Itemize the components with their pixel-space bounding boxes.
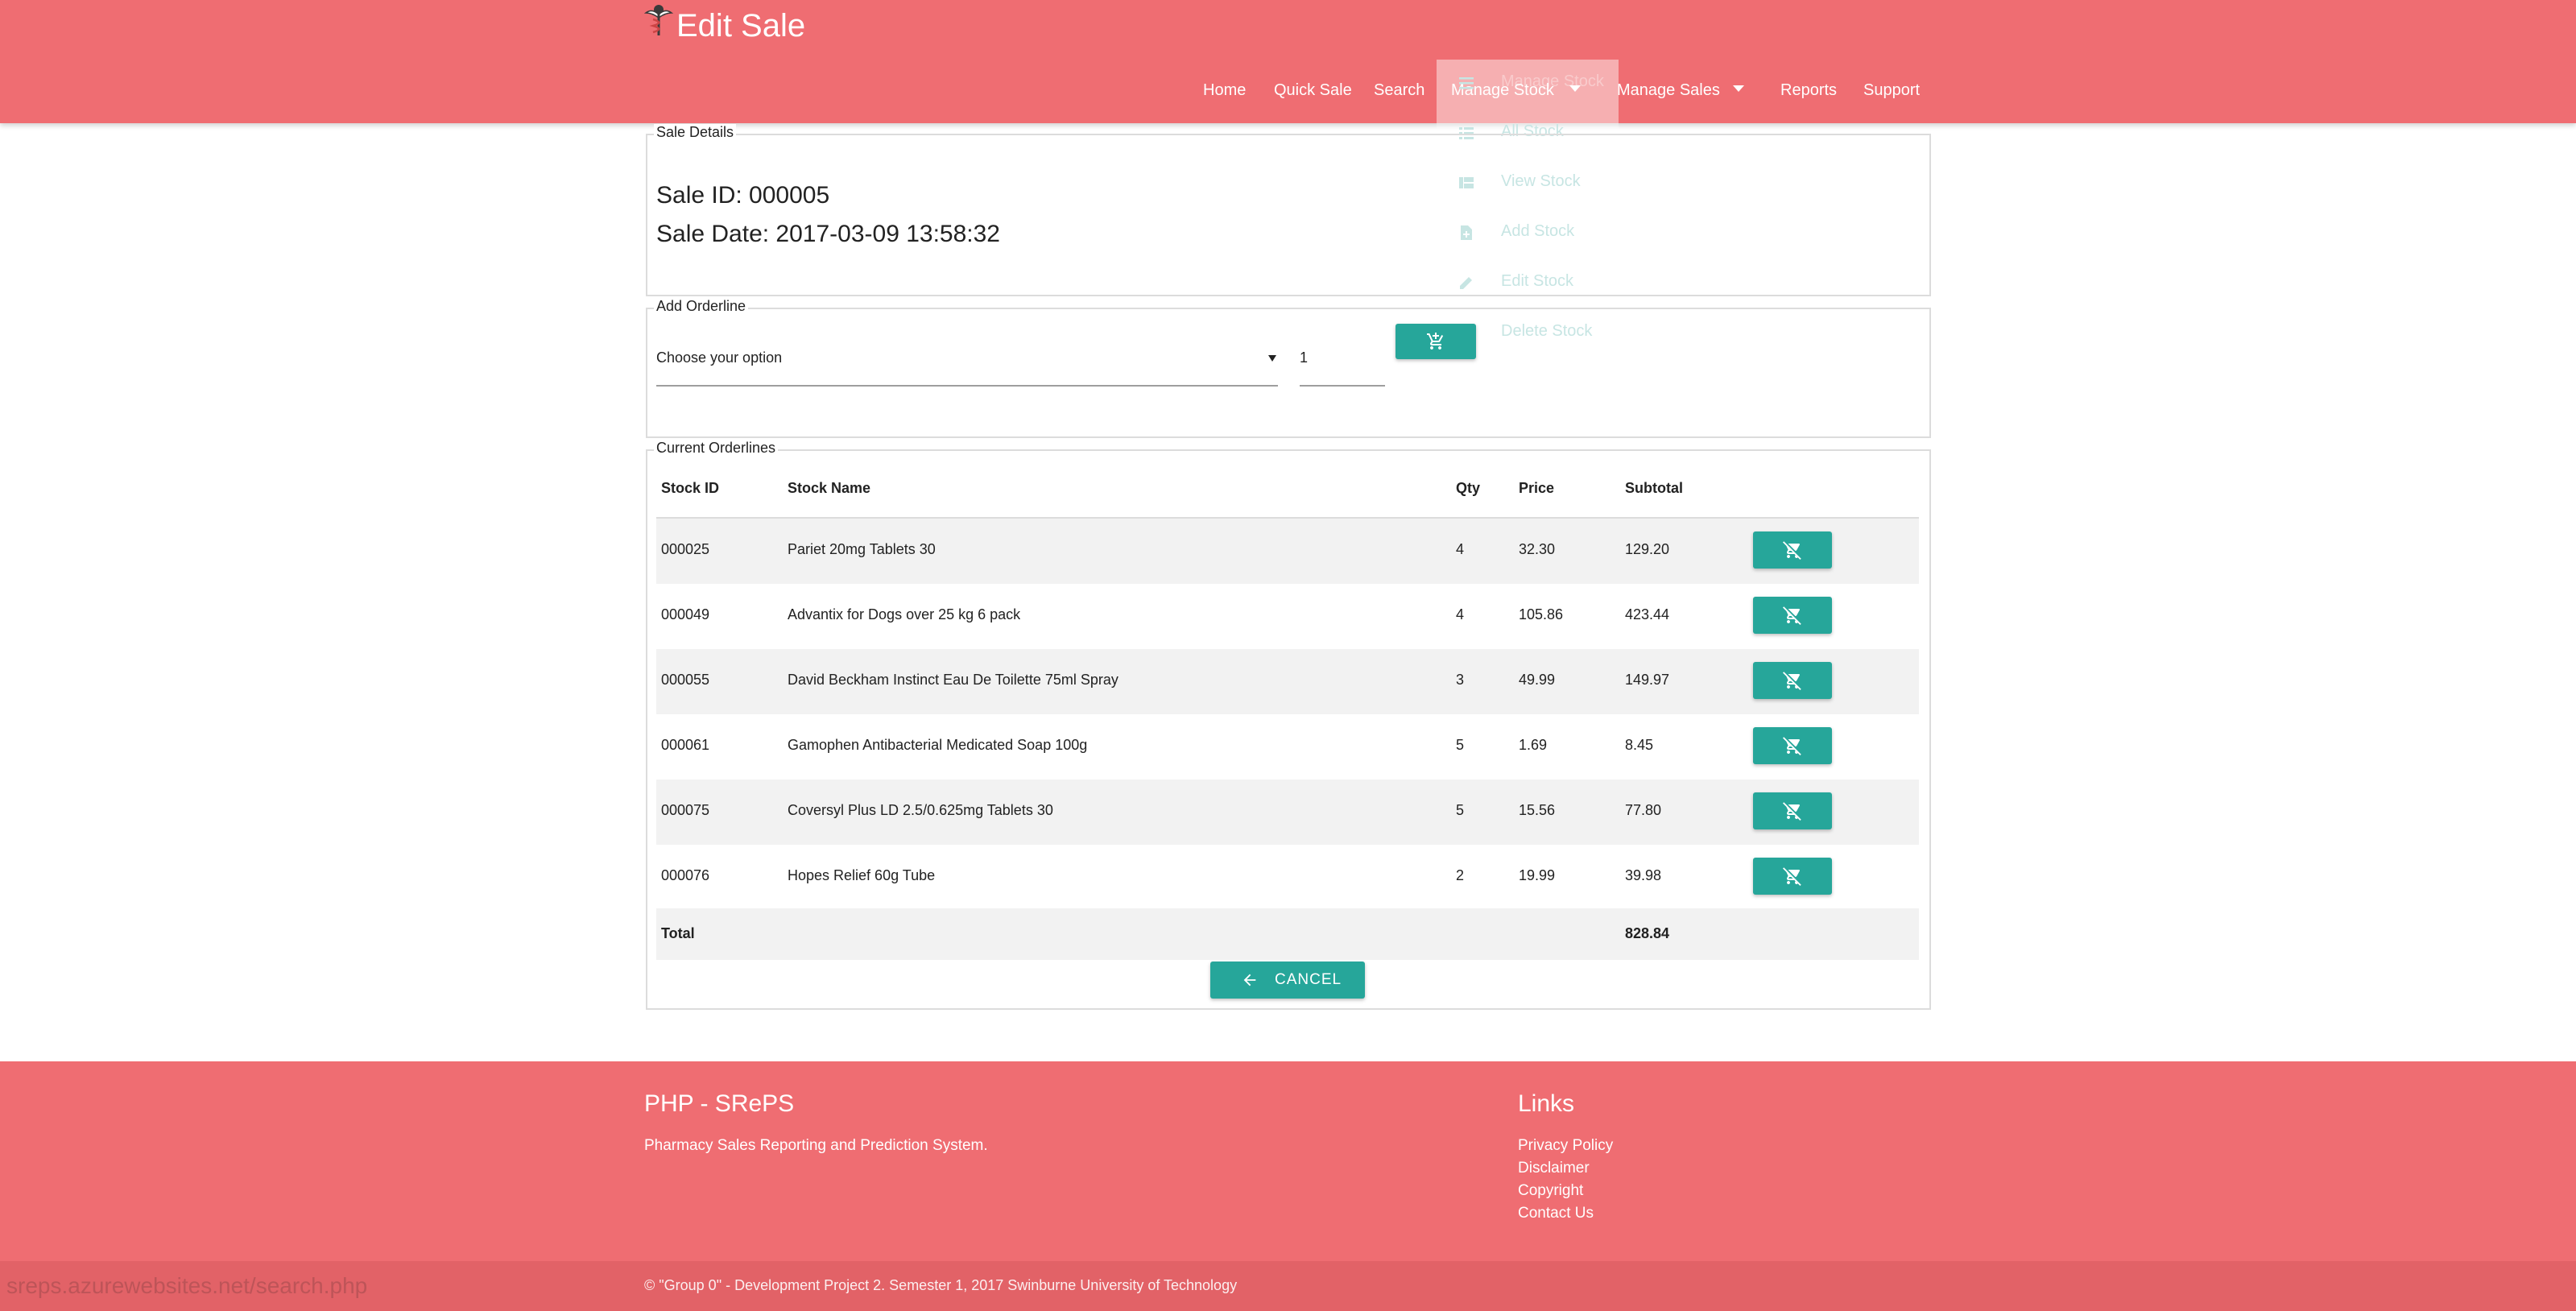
cell-subtotal: 39.98 xyxy=(1625,867,1662,883)
footer-link-privacy-policy[interactable]: Privacy Policy xyxy=(1518,1137,1613,1155)
page-title: Edit Sale xyxy=(676,8,806,43)
cell-price: 49.99 xyxy=(1519,672,1556,688)
column-header-subtotal: Subtotal xyxy=(1625,480,1683,496)
add-to-cart-button[interactable] xyxy=(1396,324,1476,359)
arrow-back-icon xyxy=(1243,974,1256,986)
nav-quick-sale[interactable]: Quick Sale xyxy=(1274,76,1352,105)
top-nav-bar xyxy=(0,0,2576,123)
cell-subtotal: 423.44 xyxy=(1625,606,1670,622)
cell-stock-id: 000055 xyxy=(661,672,710,688)
total-label: Total xyxy=(661,925,695,941)
stock-select[interactable]: Choose your option xyxy=(656,349,782,366)
quantity-input[interactable]: 1 xyxy=(1300,349,1308,366)
cell-price: 1.69 xyxy=(1519,737,1548,753)
cell-stock-id: 000076 xyxy=(661,867,710,883)
column-header-stock-name: Stock Name xyxy=(788,480,871,496)
remove-shopping-cart-icon xyxy=(1783,672,1801,690)
cell-stock-id: 000075 xyxy=(661,802,710,818)
cell-stock-id: 000061 xyxy=(661,737,710,753)
remove-orderline-button[interactable] xyxy=(1753,727,1832,764)
footer-link-disclaimer[interactable]: Disclaimer xyxy=(1518,1160,1590,1177)
table-row: 000076 Hopes Relief 60g Tube 2 19.99 39.… xyxy=(656,845,1919,910)
cell-qty: 2 xyxy=(1456,867,1465,883)
cell-price: 15.56 xyxy=(1519,802,1556,818)
quantity-underline xyxy=(1300,385,1385,387)
cell-stock-name: Hopes Relief 60g Tube xyxy=(788,867,936,883)
remove-shopping-cart-icon xyxy=(1783,541,1801,560)
current-orderlines-legend: Current Orderlines xyxy=(654,440,779,457)
cell-qty: 5 xyxy=(1456,802,1465,818)
remove-orderline-button[interactable] xyxy=(1753,531,1832,569)
remove-shopping-cart-icon xyxy=(1783,867,1801,886)
caduceus-icon[interactable] xyxy=(644,3,673,37)
sale-id: Sale ID: 000005 xyxy=(656,182,830,209)
remove-orderline-button[interactable] xyxy=(1753,858,1832,895)
menu-icon xyxy=(1459,77,1474,89)
total-value: 828.84 xyxy=(1625,925,1670,941)
cell-subtotal: 149.97 xyxy=(1625,672,1670,688)
table-row: 000049 Advantix for Dogs over 25 kg 6 pa… xyxy=(656,584,1919,649)
nav-reports[interactable]: Reports xyxy=(1780,76,1837,105)
cell-qty: 5 xyxy=(1456,737,1465,753)
footer-description: Pharmacy Sales Reporting and Prediction … xyxy=(644,1137,988,1154)
cancel-label: CANCEL xyxy=(1275,971,1342,988)
status-bar-url: sreps.azurewebsites.net/search.php xyxy=(6,1273,368,1298)
nav-search[interactable]: Search xyxy=(1374,76,1424,105)
add-orderline-fieldset xyxy=(646,308,1931,438)
table-row: 000025 Pariet 20mg Tablets 30 4 32.30 12… xyxy=(656,519,1919,584)
chevron-down-icon[interactable] xyxy=(1733,85,1744,92)
cell-stock-id: 000025 xyxy=(661,541,710,557)
cancel-button[interactable]: CANCEL xyxy=(1210,962,1365,999)
add-shopping-cart-icon xyxy=(1427,333,1444,349)
cell-stock-name: Coversyl Plus LD 2.5/0.625mg Tablets 30 xyxy=(788,802,1053,818)
cell-stock-name: Gamophen Antibacterial Medicated Soap 10… xyxy=(788,737,1088,753)
nav-support[interactable]: Support xyxy=(1863,76,1920,105)
footer-links-heading: Links xyxy=(1518,1090,1575,1117)
column-header-qty: Qty xyxy=(1456,480,1481,496)
cell-qty: 4 xyxy=(1456,541,1465,557)
column-header-stock-id: Stock ID xyxy=(661,480,720,496)
cell-stock-name: Advantix for Dogs over 25 kg 6 pack xyxy=(788,606,1021,622)
dropdown-arrow-icon[interactable] xyxy=(1268,355,1276,362)
dropdown-item-manage-stock[interactable]: Manage Stock xyxy=(1437,60,1619,108)
table-row: 000075 Coversyl Plus LD 2.5/0.625mg Tabl… xyxy=(656,780,1919,845)
sale-details-legend: Sale Details xyxy=(654,124,737,141)
remove-shopping-cart-icon xyxy=(1783,802,1801,821)
footer-link-contact-us[interactable]: Contact Us xyxy=(1518,1205,1594,1222)
add-orderline-legend: Add Orderline xyxy=(654,298,749,315)
cell-stock-id: 000049 xyxy=(661,606,710,622)
nav-home[interactable]: Home xyxy=(1203,76,1246,105)
cell-subtotal: 8.45 xyxy=(1625,737,1654,753)
cell-subtotal: 77.80 xyxy=(1625,802,1662,818)
remove-shopping-cart-icon xyxy=(1783,606,1801,625)
cell-qty: 4 xyxy=(1456,606,1465,622)
dropdown-label: Manage Stock xyxy=(1501,72,1604,90)
remove-orderline-button[interactable] xyxy=(1753,597,1832,634)
cell-price: 19.99 xyxy=(1519,867,1556,883)
remove-shopping-cart-icon xyxy=(1783,737,1801,755)
column-header-price: Price xyxy=(1519,480,1555,496)
nav-manage-sales[interactable]: Manage Sales xyxy=(1617,76,1720,105)
cell-qty: 3 xyxy=(1456,672,1465,688)
sale-details-fieldset xyxy=(646,134,1931,296)
select-underline xyxy=(656,385,1278,387)
remove-orderline-button[interactable] xyxy=(1753,662,1832,699)
table-row: 000061 Gamophen Antibacterial Medicated … xyxy=(656,714,1919,780)
footer-link-copyright[interactable]: Copyright xyxy=(1518,1182,1583,1200)
footer-app-name: PHP - SRePS xyxy=(644,1090,795,1117)
table-row: 000055 David Beckham Instinct Eau De Toi… xyxy=(656,649,1919,714)
cell-price: 32.30 xyxy=(1519,541,1556,557)
cell-subtotal: 129.20 xyxy=(1625,541,1670,557)
cell-stock-name: David Beckham Instinct Eau De Toilette 7… xyxy=(788,672,1118,688)
copyright-bar xyxy=(0,1261,2576,1311)
footer xyxy=(0,1061,2576,1261)
sale-date: Sale Date: 2017-03-09 13:58:32 xyxy=(656,221,1000,247)
cell-price: 105.86 xyxy=(1519,606,1564,622)
cell-stock-name: Pariet 20mg Tablets 30 xyxy=(788,541,936,557)
total-row: Total 828.84 xyxy=(656,908,1919,960)
copyright-text: © "Group 0" - Development Project 2. Sem… xyxy=(644,1277,1238,1293)
remove-orderline-button[interactable] xyxy=(1753,792,1832,829)
